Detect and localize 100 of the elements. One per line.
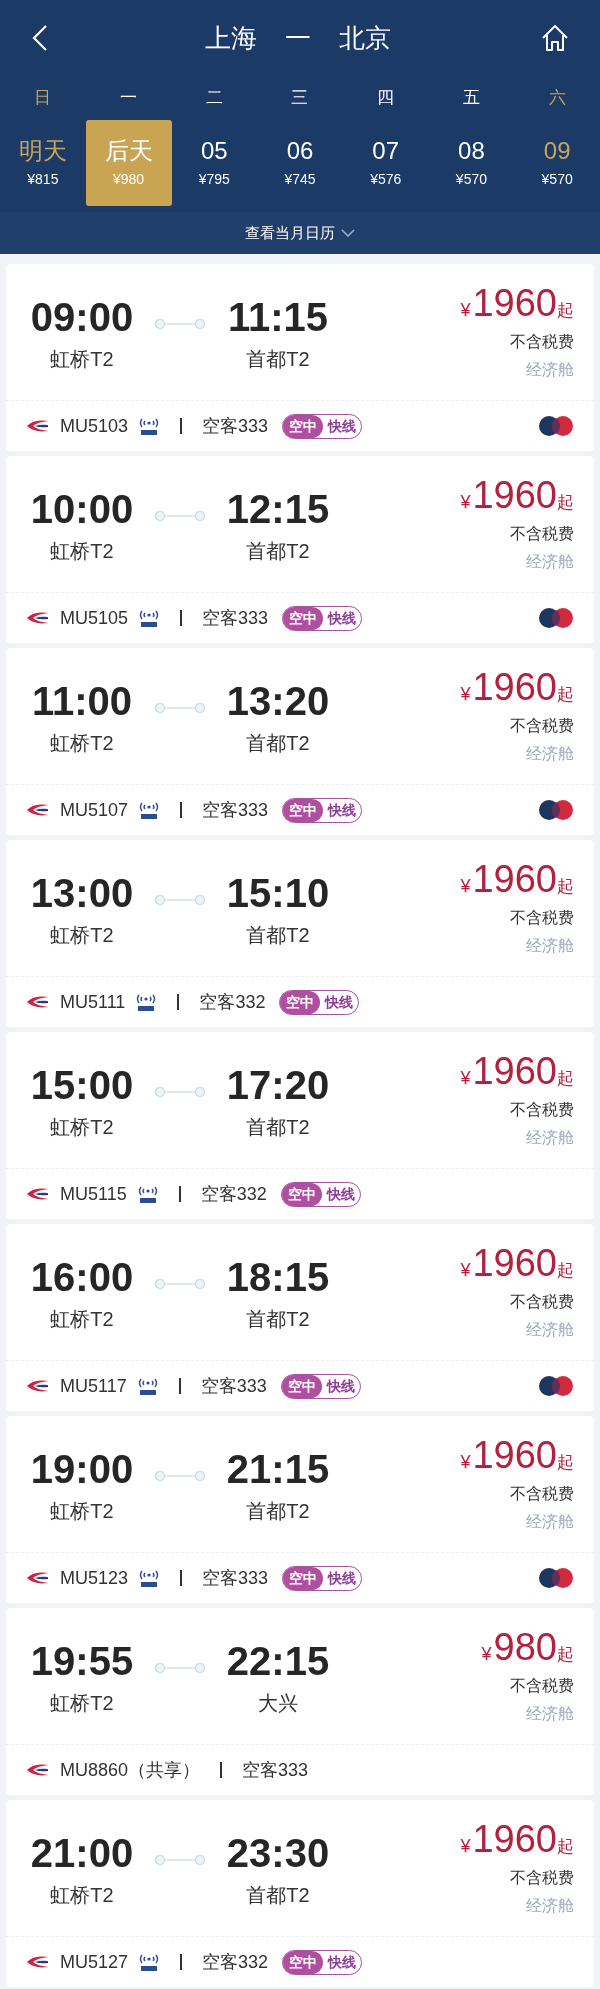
airline-logo-icon [26, 1378, 50, 1394]
route-line-icon [154, 894, 206, 906]
airline-logo-icon [26, 802, 50, 818]
cabin-class: 经济舱 [526, 1896, 574, 1916]
airline-logo-icon [26, 610, 50, 626]
cabin-class: 经济舱 [526, 1704, 574, 1724]
arrival-time: 15:10 [226, 870, 330, 916]
date-tab[interactable]: 08 ¥570 [428, 120, 515, 206]
flight-number: MU5127 [60, 1950, 129, 1974]
arrival-airport: 首都T2 [246, 1499, 310, 1524]
flight-number: MU5103 [60, 414, 129, 438]
flight-card[interactable]: 19:55 虹桥T2 22:15 大兴 ¥980起 不含税费 经济舱 MU8860（共享） 空客333 [6, 1608, 594, 1795]
fare-price: 1960 [472, 474, 557, 516]
arrival-airport: 首都T2 [246, 731, 310, 756]
price-suffix: 起 [557, 493, 574, 514]
fare-price: 980 [493, 1626, 557, 1668]
date-tab[interactable]: 09 ¥570 [514, 120, 600, 206]
departure-time: 15:00 [30, 1062, 134, 1108]
fare-price: 1960 [472, 1818, 557, 1860]
flight-card[interactable]: 21:00 虹桥T2 23:30 首都T2 ¥1960起 不含税费 经济舱 MU5127 空客332 空中 快线 [6, 1800, 594, 1987]
flight-number: MU5111 [60, 990, 126, 1014]
arrival-time: 21:15 [226, 1446, 330, 1492]
tax-note: 不含税费 [510, 716, 574, 736]
currency-sign: ¥ [481, 1643, 492, 1666]
home-icon[interactable] [540, 23, 570, 53]
fare-price: 1960 [472, 858, 557, 900]
arrival-airport: 首都T2 [246, 539, 310, 564]
aircraft-type: 空客333 [202, 798, 269, 822]
aircraft-type: 空客332 [200, 1182, 267, 1206]
price-suffix: 起 [557, 1261, 574, 1282]
flight-card[interactable]: 10:00 虹桥T2 12:15 首都T2 ¥1960起 不含税费 经济舱 MU5105 空客333 空中 快线 [6, 456, 594, 643]
flight-card[interactable]: 09:00 虹桥T2 11:15 首都T2 ¥1960起 不含税费 经济舱 MU5103 空客333 空中 快线 [6, 264, 594, 451]
weekday-label: 三 [291, 87, 309, 109]
departure-airport: 虹桥T2 [50, 1691, 114, 1716]
date-tab[interactable]: 07 ¥576 [342, 120, 429, 206]
arrival-time: 22:15 [226, 1638, 330, 1684]
price-suffix: 起 [557, 685, 574, 706]
arrival-airport: 首都T2 [246, 347, 310, 372]
tax-note: 不含税费 [510, 1676, 574, 1696]
aircraft-type: 空客333 [202, 414, 269, 438]
departure-airport: 虹桥T2 [50, 539, 114, 564]
flight-card[interactable]: 13:00 虹桥T2 15:10 首都T2 ¥1960起 不含税费 经济舱 MU5111 空客332 空中 快线 [6, 840, 594, 1027]
fare-price: 1960 [472, 282, 557, 324]
departure-airport: 虹桥T2 [50, 923, 114, 948]
cabin-class: 经济舱 [526, 360, 574, 380]
route-line-icon [154, 318, 206, 330]
airline-logo-icon [26, 418, 50, 434]
cabin-class: 经济舱 [526, 1512, 574, 1532]
departure-time: 21:00 [30, 1830, 134, 1876]
departure-time: 10:00 [30, 486, 134, 532]
price-suffix: 起 [557, 1453, 574, 1474]
flight-card[interactable]: 16:00 虹桥T2 18:15 首都T2 ¥1960起 不含税费 经济舱 MU5117 空客333 空中 快线 [6, 1224, 594, 1411]
arrival-airport: 首都T2 [246, 1307, 310, 1332]
weekday-label: 一 [120, 87, 138, 109]
calendar-link[interactable]: 查看当月日历 [0, 212, 600, 254]
airline-logo-icon [26, 1186, 50, 1202]
aircraft-type: 空客333 [202, 1566, 269, 1590]
flight-number: MU5105 [60, 606, 129, 630]
price-suffix: 起 [557, 301, 574, 322]
flight-card[interactable]: 19:00 虹桥T2 21:15 首都T2 ¥1960起 不含税费 经济舱 MU5123 空客333 空中 快线 [6, 1416, 594, 1603]
date-tab[interactable]: 明天 ¥815 [0, 120, 86, 206]
arrival-time: 17:20 [226, 1062, 330, 1108]
departure-time: 19:00 [30, 1446, 134, 1492]
tax-note: 不含税费 [510, 1868, 574, 1888]
airline-logo-icon [26, 1570, 50, 1586]
departure-airport: 虹桥T2 [50, 731, 114, 756]
aircraft-type: 空客333 [200, 1374, 267, 1398]
destination-city: 北京 [339, 21, 391, 55]
departure-airport: 虹桥T2 [50, 347, 114, 372]
flight-number: MU5117 [60, 1374, 127, 1398]
fare-price: 1960 [472, 1434, 557, 1476]
weekday-label: 五 [462, 87, 480, 109]
aircraft-type: 空客332 [199, 990, 266, 1014]
departure-airport: 虹桥T2 [50, 1883, 114, 1908]
flight-number: MU5123 [60, 1566, 129, 1590]
arrival-time: 12:15 [226, 486, 330, 532]
date-tab[interactable]: 05 ¥795 [171, 120, 258, 206]
weekday-label: 六 [548, 87, 566, 109]
airline-logo-icon [26, 1954, 50, 1970]
date-tab[interactable]: 06 ¥745 [257, 120, 343, 206]
cabin-class: 经济舱 [526, 1320, 574, 1340]
weekday-label: 四 [377, 87, 395, 109]
tax-note: 不含税费 [510, 524, 574, 544]
airline-logo-icon [26, 994, 50, 1010]
aircraft-type: 空客333 [202, 606, 269, 630]
departure-airport: 虹桥T2 [50, 1499, 114, 1524]
departure-time: 13:00 [30, 870, 134, 916]
departure-time: 09:00 [30, 294, 134, 340]
flight-number: MU5115 [60, 1182, 127, 1206]
flight-card[interactable]: 15:00 虹桥T2 17:20 首都T2 ¥1960起 不含税费 经济舱 MU5115 空客332 空中 快线 [6, 1032, 594, 1219]
tax-note: 不含税费 [510, 1484, 574, 1504]
aircraft-type: 空客332 [202, 1950, 269, 1974]
origin-city: 上海 [205, 21, 257, 55]
price-suffix: 起 [557, 1069, 574, 1090]
fare-price: 1960 [472, 666, 557, 708]
arrival-airport: 首都T2 [246, 923, 310, 948]
route-line-icon [154, 1662, 206, 1674]
currency-sign: ¥ [460, 1067, 471, 1090]
airline-logo-icon [26, 1762, 50, 1778]
flight-card[interactable]: 11:00 虹桥T2 13:20 首都T2 ¥1960起 不含税费 经济舱 MU5107 空客333 空中 快线 [6, 648, 594, 835]
